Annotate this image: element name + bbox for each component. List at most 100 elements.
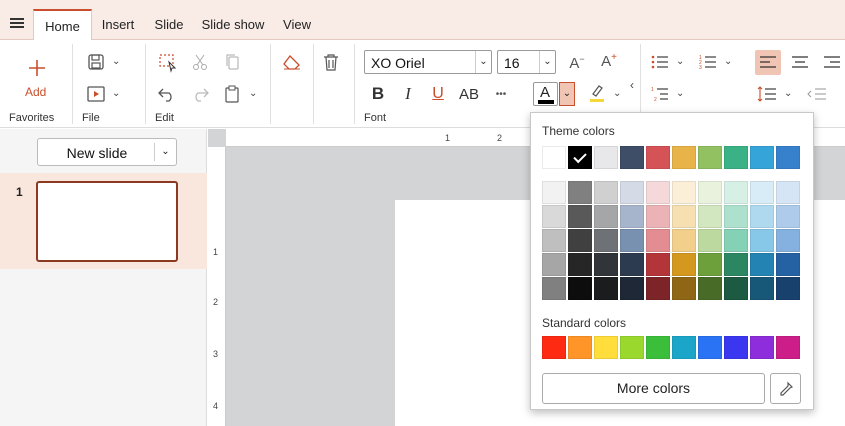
theme-shade-swatch[interactable]: [776, 181, 800, 204]
theme-shade-swatch[interactable]: [750, 253, 774, 276]
slideshow-play-icon[interactable]: [86, 84, 106, 104]
theme-color-swatch[interactable]: [698, 146, 722, 169]
more-icon[interactable]: •••: [490, 84, 512, 104]
theme-shade-swatch[interactable]: [646, 229, 670, 252]
theme-shade-swatch[interactable]: [594, 277, 618, 300]
chevron-down-icon[interactable]: ⌄: [724, 56, 732, 67]
multilevel-list-icon[interactable]: 12: [650, 84, 670, 104]
chevron-down-icon[interactable]: ⌄: [613, 88, 621, 99]
decrease-indent-icon[interactable]: [806, 84, 828, 104]
standard-color-swatch[interactable]: [724, 336, 748, 359]
theme-shade-swatch[interactable]: [672, 205, 696, 228]
decrease-font-size-icon[interactable]: A −: [566, 52, 588, 74]
line-spacing-icon[interactable]: [756, 84, 778, 104]
theme-shade-swatch[interactable]: [542, 205, 566, 228]
theme-shade-swatch[interactable]: [750, 181, 774, 204]
theme-shade-swatch[interactable]: [776, 253, 800, 276]
delete-icon[interactable]: [321, 52, 341, 72]
theme-shade-swatch[interactable]: [672, 253, 696, 276]
new-slide-button[interactable]: New slide ⌄: [37, 138, 177, 166]
cut-icon[interactable]: [190, 52, 210, 72]
theme-shade-swatch[interactable]: [568, 205, 592, 228]
theme-shade-swatch[interactable]: [620, 205, 644, 228]
add-button-label[interactable]: Add: [25, 85, 46, 99]
tab-home[interactable]: Home: [33, 9, 92, 41]
theme-shade-swatch[interactable]: [724, 205, 748, 228]
font-size-select[interactable]: 16 ⌄: [497, 50, 556, 74]
theme-shade-swatch[interactable]: [698, 277, 722, 300]
save-icon[interactable]: [86, 52, 106, 72]
theme-shade-swatch[interactable]: [698, 253, 722, 276]
tab-slide[interactable]: Slide: [150, 9, 188, 40]
theme-shade-swatch[interactable]: [594, 181, 618, 204]
theme-shade-swatch[interactable]: [542, 253, 566, 276]
chevron-down-icon[interactable]: ⌄: [676, 88, 684, 99]
slide-thumbnail-row[interactable]: 1: [0, 173, 207, 269]
standard-color-swatch[interactable]: [672, 336, 696, 359]
theme-shade-swatch[interactable]: [724, 229, 748, 252]
theme-color-swatch[interactable]: [724, 146, 748, 169]
chevron-down-icon[interactable]: ⌄: [676, 56, 684, 67]
align-center-icon[interactable]: [789, 52, 811, 72]
theme-shade-swatch[interactable]: [750, 205, 774, 228]
theme-shade-swatch[interactable]: [568, 181, 592, 204]
theme-shade-swatch[interactable]: [698, 229, 722, 252]
chevron-down-icon[interactable]: ⌄: [539, 51, 555, 73]
standard-color-swatch[interactable]: [594, 336, 618, 359]
numbered-list-icon[interactable]: 123: [698, 52, 718, 72]
font-color-button[interactable]: A: [533, 82, 558, 106]
theme-shade-swatch[interactable]: [620, 229, 644, 252]
theme-color-swatch[interactable]: [646, 146, 670, 169]
select-icon[interactable]: [157, 52, 179, 74]
theme-shade-swatch[interactable]: [698, 181, 722, 204]
chevron-down-icon[interactable]: ⌄: [112, 88, 120, 99]
standard-color-swatch[interactable]: [646, 336, 670, 359]
tab-slide-show[interactable]: Slide show: [198, 9, 268, 40]
theme-shade-swatch[interactable]: [620, 181, 644, 204]
chevron-down-icon[interactable]: ⌄: [154, 143, 176, 161]
slide-thumbnail[interactable]: [36, 181, 178, 262]
theme-shade-swatch[interactable]: [672, 277, 696, 300]
theme-shade-swatch[interactable]: [568, 229, 592, 252]
theme-shade-swatch[interactable]: [698, 205, 722, 228]
change-case-icon[interactable]: AB: [456, 84, 482, 104]
standard-color-swatch[interactable]: [776, 336, 800, 359]
theme-color-swatch[interactable]: [672, 146, 696, 169]
bulleted-list-icon[interactable]: [650, 52, 670, 72]
theme-shade-swatch[interactable]: [672, 181, 696, 204]
increase-font-size-icon[interactable]: A +: [598, 50, 620, 72]
theme-shade-swatch[interactable]: [750, 277, 774, 300]
theme-shade-swatch[interactable]: [646, 205, 670, 228]
theme-color-swatch[interactable]: [776, 146, 800, 169]
more-colors-button[interactable]: More colors: [542, 373, 765, 404]
theme-shade-swatch[interactable]: [568, 253, 592, 276]
theme-color-swatch[interactable]: [620, 146, 644, 169]
menu-icon[interactable]: [10, 18, 24, 28]
theme-shade-swatch[interactable]: [776, 205, 800, 228]
standard-color-swatch[interactable]: [568, 336, 592, 359]
align-right-icon[interactable]: [821, 52, 843, 72]
chevron-down-icon[interactable]: ⌄: [112, 56, 120, 67]
theme-shade-swatch[interactable]: [646, 253, 670, 276]
standard-color-swatch[interactable]: [542, 336, 566, 359]
eyedropper-button[interactable]: [770, 373, 801, 404]
font-name-select[interactable]: XO Oriel ⌄: [364, 50, 492, 74]
theme-shade-swatch[interactable]: [542, 181, 566, 204]
undo-icon[interactable]: [157, 84, 177, 104]
highlight-icon[interactable]: [586, 82, 608, 104]
standard-color-swatch[interactable]: [620, 336, 644, 359]
chevron-down-icon[interactable]: ⌄: [475, 51, 491, 73]
theme-color-swatch[interactable]: [542, 146, 566, 169]
font-color-dropdown[interactable]: ⌄: [559, 82, 575, 106]
theme-shade-swatch[interactable]: [542, 277, 566, 300]
chevron-left-icon[interactable]: ‹: [630, 78, 634, 92]
chevron-down-icon[interactable]: ⌄: [249, 88, 257, 99]
copy-icon[interactable]: [222, 52, 242, 72]
theme-shade-swatch[interactable]: [776, 229, 800, 252]
theme-shade-swatch[interactable]: [620, 277, 644, 300]
theme-shade-swatch[interactable]: [750, 229, 774, 252]
theme-color-swatch[interactable]: [594, 146, 618, 169]
theme-shade-swatch[interactable]: [594, 205, 618, 228]
standard-color-swatch[interactable]: [750, 336, 774, 359]
italic-icon[interactable]: I: [398, 84, 418, 104]
